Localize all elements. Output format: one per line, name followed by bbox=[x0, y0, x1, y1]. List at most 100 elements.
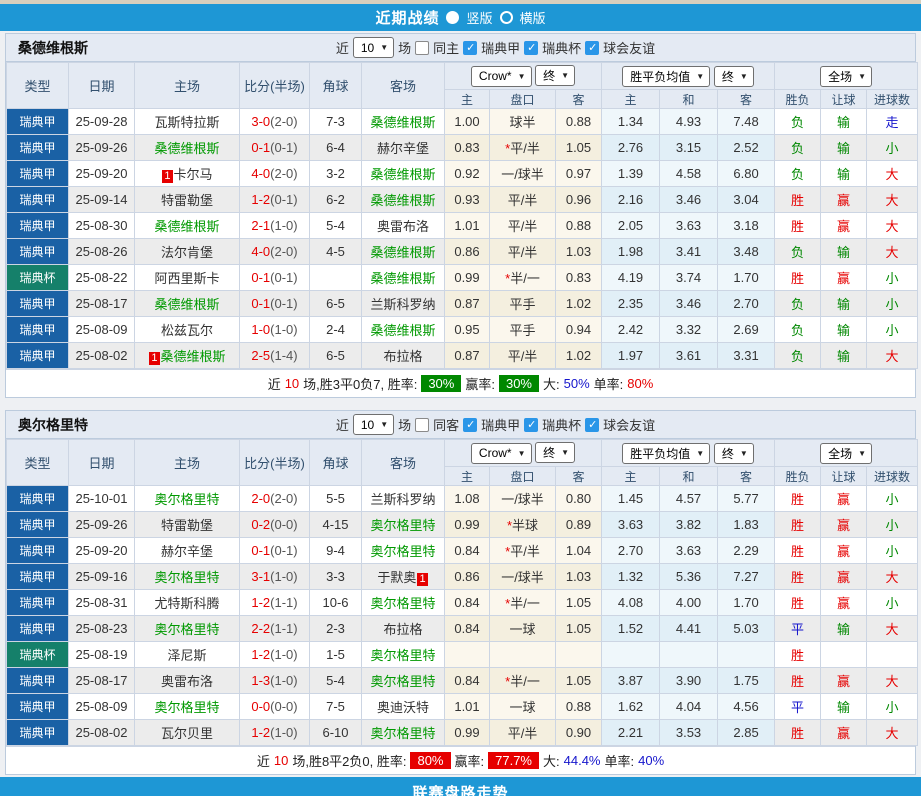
league-checkbox-friendly[interactable] bbox=[585, 418, 599, 432]
away-team-cell[interactable]: 奥雷布洛 bbox=[362, 213, 445, 239]
team-link[interactable]: 桑德维根斯 bbox=[370, 115, 435, 130]
team-link[interactable]: 赫尔辛堡 bbox=[377, 141, 429, 156]
final-odds-select[interactable]: 终▼ bbox=[535, 65, 575, 86]
away-team-cell[interactable]: 桑德维根斯 bbox=[362, 239, 445, 265]
team-link[interactable]: 于默奥 bbox=[377, 570, 416, 585]
team-link[interactable]: 奥尔格里特 bbox=[370, 726, 435, 741]
same-venue-label[interactable]: 同客 bbox=[433, 415, 459, 434]
league-checkbox-cup[interactable] bbox=[524, 418, 538, 432]
team-link[interactable]: 奥尔格里特 bbox=[154, 492, 219, 507]
team-link[interactable]: 兰斯科罗纳 bbox=[370, 297, 435, 312]
same-venue-checkbox[interactable] bbox=[415, 41, 429, 55]
team-link[interactable]: 奥尔格里特 bbox=[154, 700, 219, 715]
team-link[interactable]: 卡尔马 bbox=[174, 167, 213, 182]
home-team-cell[interactable]: 特雷勒堡 bbox=[135, 512, 240, 538]
same-venue-checkbox[interactable] bbox=[415, 418, 429, 432]
vertical-layout-label[interactable]: 竖版 bbox=[466, 8, 492, 27]
away-team-cell[interactable]: 赫尔辛堡 bbox=[362, 135, 445, 161]
final-odds-select[interactable]: 终▼ bbox=[535, 442, 575, 463]
league-checkbox-allsvenskan[interactable] bbox=[463, 418, 477, 432]
away-team-cell[interactable]: 桑德维根斯 bbox=[362, 161, 445, 187]
away-team-cell[interactable]: 奥尔格里特 bbox=[362, 668, 445, 694]
home-team-cell[interactable]: 阿西里斯卡 bbox=[135, 265, 240, 291]
league-label[interactable]: 球会友谊 bbox=[603, 415, 655, 434]
bookmaker-select[interactable]: Crow*▼ bbox=[471, 66, 532, 87]
horizontal-layout-label[interactable]: 横版 bbox=[520, 8, 546, 27]
team-link[interactable]: 桑德维根斯 bbox=[154, 141, 219, 156]
league-label[interactable]: 瑞典甲 bbox=[481, 415, 520, 434]
home-team-cell[interactable]: 特雷勒堡 bbox=[135, 187, 240, 213]
league-label[interactable]: 球会友谊 bbox=[603, 38, 655, 57]
home-team-cell[interactable]: 桑德维根斯 bbox=[135, 291, 240, 317]
home-team-cell[interactable]: 奥尔格里特 bbox=[135, 694, 240, 720]
home-team-cell[interactable]: 1卡尔马 bbox=[135, 161, 240, 187]
home-team-cell[interactable]: 奥尔格里特 bbox=[135, 486, 240, 512]
away-team-cell[interactable]: 奥尔格里特 bbox=[362, 512, 445, 538]
team-link[interactable]: 尤特斯科腾 bbox=[154, 596, 219, 611]
horizontal-layout-radio[interactable] bbox=[500, 11, 513, 24]
home-team-cell[interactable]: 瓦尔贝里 bbox=[135, 720, 240, 746]
vertical-layout-radio[interactable] bbox=[446, 11, 459, 24]
team-link[interactable]: 奥雷布洛 bbox=[377, 219, 429, 234]
away-team-cell[interactable]: 兰斯科罗纳 bbox=[362, 486, 445, 512]
games-count-select[interactable]: 10▼ bbox=[353, 414, 394, 435]
home-team-cell[interactable]: 奥雷布洛 bbox=[135, 668, 240, 694]
team-link[interactable]: 桑德维根斯 bbox=[370, 323, 435, 338]
same-venue-label[interactable]: 同主 bbox=[433, 38, 459, 57]
team-link[interactable]: 奥尔格里特 bbox=[154, 570, 219, 585]
team-link[interactable]: 桑德维根斯 bbox=[370, 193, 435, 208]
avg-odds-select[interactable]: 胜平负均值▼ bbox=[622, 443, 710, 464]
home-team-cell[interactable]: 桑德维根斯 bbox=[135, 135, 240, 161]
team-link[interactable]: 桑德维根斯 bbox=[161, 349, 226, 364]
league-label[interactable]: 瑞典杯 bbox=[542, 415, 581, 434]
league-checkbox-friendly[interactable] bbox=[585, 41, 599, 55]
league-label[interactable]: 瑞典甲 bbox=[481, 38, 520, 57]
team-link[interactable]: 奥迪沃特 bbox=[377, 700, 429, 715]
away-team-cell[interactable]: 布拉格 bbox=[362, 343, 445, 369]
league-checkbox-cup[interactable] bbox=[524, 41, 538, 55]
home-team-cell[interactable]: 法尔肯堡 bbox=[135, 239, 240, 265]
team-link[interactable]: 奥尔格里特 bbox=[154, 622, 219, 637]
team-link[interactable]: 布拉格 bbox=[383, 622, 422, 637]
away-team-cell[interactable]: 桑德维根斯 bbox=[362, 317, 445, 343]
team-link[interactable]: 阿西里斯卡 bbox=[154, 271, 219, 286]
home-team-cell[interactable]: 松兹瓦尔 bbox=[135, 317, 240, 343]
team-link[interactable]: 特雷勒堡 bbox=[161, 193, 213, 208]
home-team-cell[interactable]: 1桑德维根斯 bbox=[135, 343, 240, 369]
home-team-cell[interactable]: 奥尔格里特 bbox=[135, 616, 240, 642]
team-link[interactable]: 桑德维根斯 bbox=[154, 297, 219, 312]
team-link[interactable]: 桑德维根斯 bbox=[370, 167, 435, 182]
team-link[interactable]: 布拉格 bbox=[383, 349, 422, 364]
team-link[interactable]: 桑德维根斯 bbox=[370, 271, 435, 286]
team-link[interactable]: 特雷勒堡 bbox=[161, 518, 213, 533]
team-link[interactable]: 奥尔格里特 bbox=[370, 596, 435, 611]
team-link[interactable]: 桑德维根斯 bbox=[370, 245, 435, 260]
away-team-cell[interactable]: 奥尔格里特 bbox=[362, 538, 445, 564]
fullmatch-select[interactable]: 全场▼ bbox=[820, 443, 872, 464]
away-team-cell[interactable]: 奥尔格里特 bbox=[362, 590, 445, 616]
away-team-cell[interactable]: 奥迪沃特 bbox=[362, 694, 445, 720]
team-link[interactable]: 桑德维根斯 bbox=[154, 219, 219, 234]
home-team-cell[interactable]: 奥尔格里特 bbox=[135, 564, 240, 590]
games-count-select[interactable]: 10▼ bbox=[353, 37, 394, 58]
team-link[interactable]: 奥尔格里特 bbox=[370, 544, 435, 559]
league-checkbox-allsvenskan[interactable] bbox=[463, 41, 477, 55]
home-team-cell[interactable]: 赫尔辛堡 bbox=[135, 538, 240, 564]
team-link[interactable]: 瓦斯特拉斯 bbox=[154, 115, 219, 130]
team-link[interactable]: 奥尔格里特 bbox=[370, 518, 435, 533]
team-link[interactable]: 赫尔辛堡 bbox=[161, 544, 213, 559]
home-team-cell[interactable]: 桑德维根斯 bbox=[135, 213, 240, 239]
away-team-cell[interactable]: 桑德维根斯 bbox=[362, 187, 445, 213]
home-team-cell[interactable]: 瓦斯特拉斯 bbox=[135, 109, 240, 135]
team-link[interactable]: 兰斯科罗纳 bbox=[370, 492, 435, 507]
team-link[interactable]: 瓦尔贝里 bbox=[161, 726, 213, 741]
away-team-cell[interactable]: 奥尔格里特 bbox=[362, 642, 445, 668]
away-team-cell[interactable]: 桑德维根斯 bbox=[362, 265, 445, 291]
final-odds-select-2[interactable]: 终▼ bbox=[714, 443, 754, 464]
league-label[interactable]: 瑞典杯 bbox=[542, 38, 581, 57]
away-team-cell[interactable]: 兰斯科罗纳 bbox=[362, 291, 445, 317]
team-link[interactable]: 法尔肯堡 bbox=[161, 245, 213, 260]
fullmatch-select[interactable]: 全场▼ bbox=[820, 66, 872, 87]
home-team-cell[interactable]: 尤特斯科腾 bbox=[135, 590, 240, 616]
avg-odds-select[interactable]: 胜平负均值▼ bbox=[622, 66, 710, 87]
